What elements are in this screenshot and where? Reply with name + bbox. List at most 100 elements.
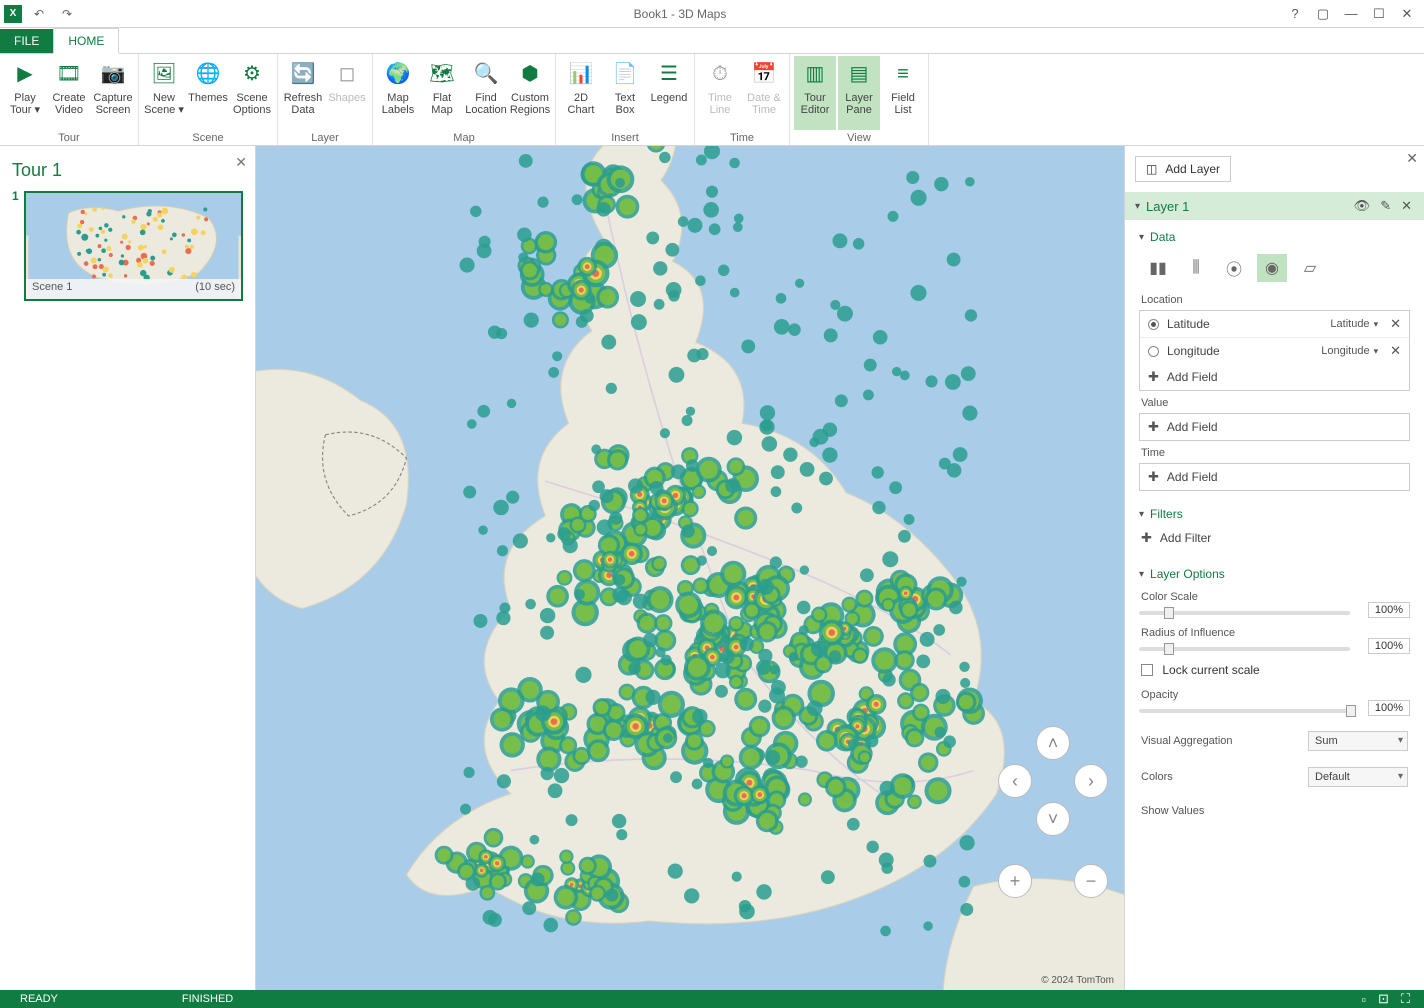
layer-pane-button[interactable]: ▤Layer Pane: [838, 56, 880, 130]
create-video-icon: 🎞: [53, 58, 85, 90]
help-button[interactable]: ?: [1282, 3, 1308, 25]
viz-bubble-button[interactable]: ⦿: [1219, 254, 1249, 282]
viz-heatmap-button[interactable]: ◉: [1257, 254, 1287, 282]
value-field-box: ✚ Add Field: [1139, 413, 1410, 441]
layer-rename-icon[interactable]: ✎: [1378, 198, 1393, 214]
map-as-dropdown[interactable]: Longitude ▾: [1321, 345, 1378, 357]
text-box-icon: 📄: [609, 58, 641, 90]
section-filters-header[interactable]: ▾ Filters: [1139, 503, 1410, 525]
group-label: Tour: [4, 130, 134, 145]
plus-icon: ✚: [1148, 369, 1159, 385]
ribbon-group-scene: 🖼New Scene ▾🌐Themes⚙Scene OptionsScene: [139, 54, 278, 145]
undo-button[interactable]: ↶: [28, 3, 50, 25]
capture-screen-button[interactable]: 📷Capture Screen: [92, 56, 134, 130]
viz-clustered-column-button[interactable]: ⫼: [1181, 254, 1211, 282]
map-labels-label: Map Labels: [377, 92, 419, 116]
capture-screen-icon: 📷: [97, 58, 129, 90]
add-field-label: Add Field: [1167, 420, 1218, 434]
custom-regions-button[interactable]: ⬢Custom Regions: [509, 56, 551, 130]
find-location-button[interactable]: 🔍Find Location: [465, 56, 507, 130]
status-icon-1[interactable]: ▫: [1355, 992, 1372, 1007]
scene-thumbnail[interactable]: Scene 1 (10 sec): [24, 191, 243, 301]
layer-pane-close-icon[interactable]: ✕: [1406, 150, 1418, 167]
add-filter-button[interactable]: ✚ Add Filter: [1139, 525, 1410, 551]
map-as-dropdown[interactable]: Latitude ▾: [1330, 318, 1378, 330]
play-tour-button[interactable]: ▶Play Tour ▾: [4, 56, 46, 130]
value-add-field-button[interactable]: ✚ Add Field: [1140, 414, 1409, 440]
location-field-row[interactable]: Latitude Latitude ▾ ✕: [1140, 311, 1409, 337]
find-location-icon: 🔍: [470, 58, 502, 90]
status-bar: READY FINISHED ▫ ⊡ ⛶: [0, 990, 1424, 1008]
add-layer-button[interactable]: ◫ Add Layer: [1135, 156, 1231, 182]
location-field-row[interactable]: Longitude Longitude ▾ ✕: [1140, 337, 1409, 364]
color-scale-slider[interactable]: 100%: [1139, 605, 1410, 621]
map-labels-button[interactable]: 🌍Map Labels: [377, 56, 419, 130]
ribbon-group-view: ▥Tour Editor▤Layer Pane≡Field ListView: [790, 54, 929, 145]
location-add-field-button[interactable]: ✚Add Field: [1140, 364, 1409, 390]
radio-icon: [1148, 346, 1159, 357]
viz-region-button[interactable]: ▱: [1295, 254, 1325, 282]
visual-aggregation-dropdown[interactable]: Sum: [1308, 731, 1408, 751]
opacity-slider[interactable]: 100%: [1139, 703, 1410, 719]
redo-button[interactable]: ↷: [56, 3, 78, 25]
main-area: ✕ Tour 1 1 Scene 1 (10 sec): [0, 146, 1424, 990]
create-video-button[interactable]: 🎞Create Video: [48, 56, 90, 130]
themes-button[interactable]: 🌐Themes: [187, 56, 229, 130]
status-icon-2[interactable]: ⊡: [1372, 991, 1395, 1007]
section-layer-options-header[interactable]: ▾ Layer Options: [1139, 563, 1410, 585]
remove-field-icon[interactable]: ✕: [1390, 316, 1401, 332]
layer-pane-icon: ▤: [843, 58, 875, 90]
scene-options-icon: ⚙: [236, 58, 268, 90]
viz-stacked-column-button[interactable]: ▮▮: [1143, 254, 1173, 282]
radius-value[interactable]: 100%: [1368, 638, 1410, 654]
refresh-data-button[interactable]: 🔄Refresh Data: [282, 56, 324, 130]
tilt-down-button[interactable]: ˅: [1036, 802, 1070, 836]
layer-pane-label: Layer Pane: [838, 92, 880, 116]
zoom-out-button[interactable]: −: [1074, 864, 1108, 898]
2d-chart-button[interactable]: 📊2D Chart: [560, 56, 602, 130]
scene-options-label: Scene Options: [231, 92, 273, 116]
flat-map-button[interactable]: 🗺Flat Map: [421, 56, 463, 130]
rotate-right-button[interactable]: ›: [1074, 764, 1108, 798]
text-box-button[interactable]: 📄Text Box: [604, 56, 646, 130]
minimize-button[interactable]: —: [1338, 3, 1364, 25]
opacity-value[interactable]: 100%: [1368, 700, 1410, 716]
lock-scale-checkbox[interactable]: Lock current scale: [1139, 657, 1410, 683]
scene-options-button[interactable]: ⚙Scene Options: [231, 56, 273, 130]
tilt-up-button[interactable]: ˄: [1036, 726, 1070, 760]
maximize-button[interactable]: ☐: [1366, 3, 1392, 25]
layer-header[interactable]: ▾ Layer 1 👁 ✎ ✕: [1125, 192, 1424, 220]
field-list-button[interactable]: ≡Field List: [882, 56, 924, 130]
radius-slider[interactable]: 100%: [1139, 641, 1410, 657]
date-time-icon: 📅: [748, 58, 780, 90]
tab-file[interactable]: FILE: [0, 29, 53, 53]
layer-delete-icon[interactable]: ✕: [1399, 198, 1414, 214]
time-add-field-button[interactable]: ✚ Add Field: [1140, 464, 1409, 490]
layer-visibility-icon[interactable]: 👁: [1352, 198, 1373, 214]
ribbon-group-layer: 🔄Refresh Data◻ShapesLayer: [278, 54, 373, 145]
map-attribution: © 2024 TomTom: [1041, 975, 1114, 986]
colors-dropdown[interactable]: Default: [1308, 767, 1408, 787]
tour-editor-label: Tour Editor: [794, 92, 836, 116]
section-data-header[interactable]: ▾ Data: [1139, 226, 1410, 248]
status-fullscreen-icon[interactable]: ⛶: [1395, 991, 1416, 1007]
layer-pane: ✕ ◫ Add Layer ▾ Layer 1 👁 ✎ ✕ ▾ Data ▮▮ …: [1124, 146, 1424, 990]
refresh-data-label: Refresh Data: [282, 92, 324, 116]
map-canvas[interactable]: © 2024 TomTom ˄ ‹ › ˅ + −: [256, 146, 1124, 990]
layer-name: Layer 1: [1146, 199, 1189, 214]
zoom-in-button[interactable]: +: [998, 864, 1032, 898]
ribbon-options-button[interactable]: ▢: [1310, 3, 1336, 25]
tour-editor-button[interactable]: ▥Tour Editor: [794, 56, 836, 130]
legend-button[interactable]: ☰Legend: [648, 56, 690, 130]
custom-regions-label: Custom Regions: [509, 92, 551, 116]
close-button[interactable]: ✕: [1394, 3, 1420, 25]
new-scene-button[interactable]: 🖼New Scene ▾: [143, 56, 185, 130]
layer-caret-icon: ▾: [1135, 201, 1140, 212]
tour-pane-close-icon[interactable]: ✕: [235, 154, 247, 171]
color-scale-value[interactable]: 100%: [1368, 602, 1410, 618]
time-line-button: ⏱Time Line: [699, 56, 741, 130]
tab-home[interactable]: HOME: [53, 28, 119, 54]
rotate-left-button[interactable]: ‹: [998, 764, 1032, 798]
remove-field-icon[interactable]: ✕: [1390, 343, 1401, 359]
location-label: Location: [1139, 288, 1410, 308]
